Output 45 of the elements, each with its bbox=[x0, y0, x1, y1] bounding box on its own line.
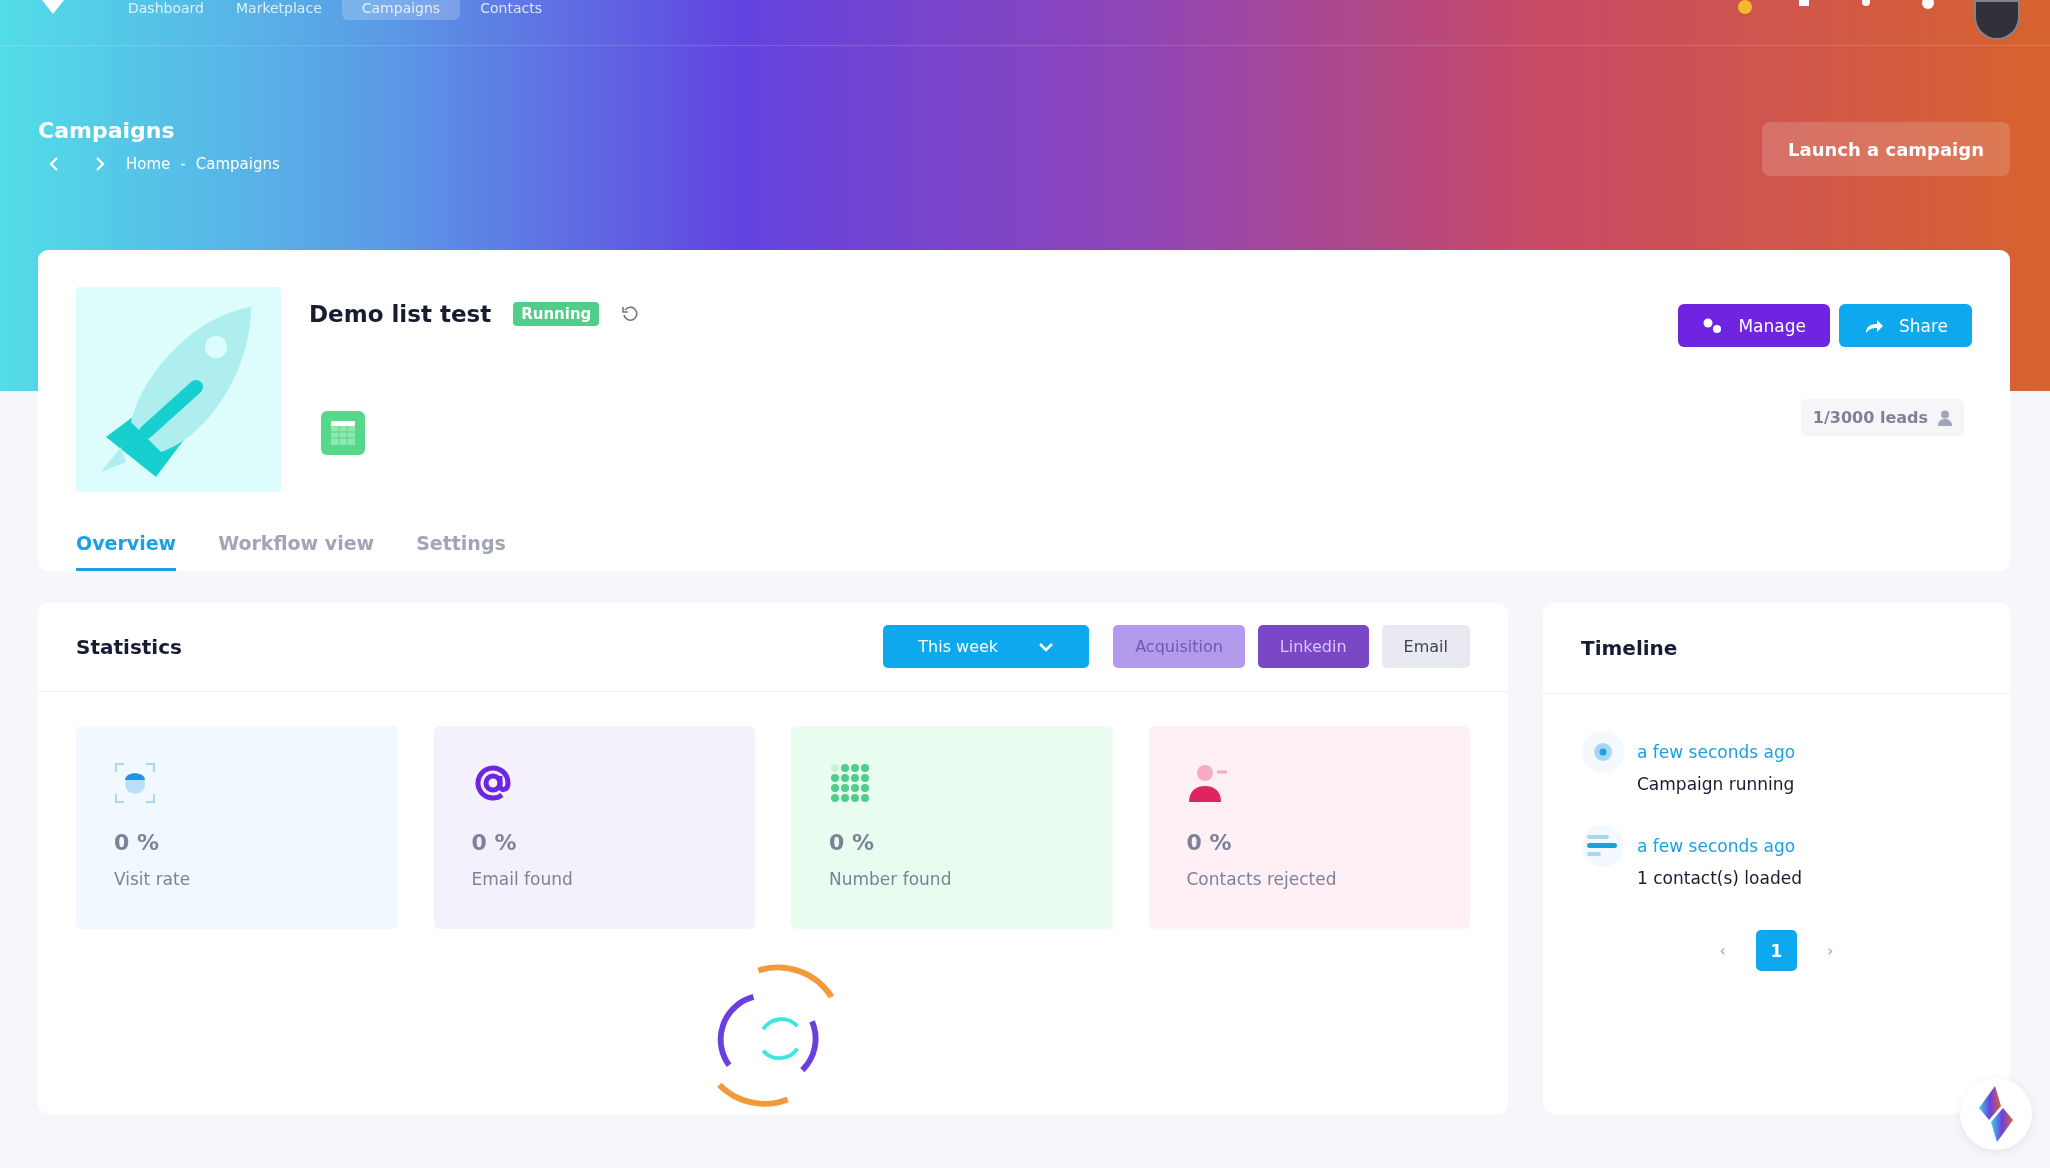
page-title: Campaigns bbox=[38, 118, 176, 143]
event-text: Campaign running bbox=[1637, 774, 1796, 794]
nav-tab[interactable]: Marketplace bbox=[223, 0, 334, 20]
stat-label: Email found bbox=[471, 868, 574, 889]
stat-value: 0 % bbox=[1186, 829, 1233, 855]
tab[interactable]: Overview bbox=[76, 532, 177, 571]
coin-icon bbox=[1738, 0, 1752, 14]
leads-counter: 1/3000 leads bbox=[1800, 399, 1964, 436]
share-button[interactable]: Share bbox=[1838, 304, 1972, 347]
tab[interactable]: Workflow view bbox=[218, 532, 375, 571]
avatar[interactable] bbox=[1974, 0, 2020, 40]
user-icon bbox=[1938, 409, 1952, 426]
section-title: Statistics bbox=[76, 634, 183, 659]
section-title: Timeline bbox=[1581, 636, 1678, 660]
stat-value: 0 % bbox=[114, 829, 160, 855]
breadcrumb-link[interactable]: Campaigns bbox=[195, 155, 280, 173]
manage-button[interactable]: Manage bbox=[1678, 304, 1830, 347]
stat-value: 0 % bbox=[829, 829, 875, 855]
text-lines-icon bbox=[1581, 824, 1625, 868]
stat-value: 0 % bbox=[471, 829, 518, 855]
launch-campaign-button[interactable]: Launch a campaign bbox=[1762, 122, 2010, 176]
nav-tab[interactable]: Contacts bbox=[468, 0, 554, 20]
nav-tab[interactable]: Campaigns bbox=[341, 0, 461, 20]
chevron-down-icon bbox=[1038, 641, 1055, 652]
event-time: a few seconds ago bbox=[1637, 742, 1796, 762]
event-time: a few seconds ago bbox=[1637, 836, 1797, 856]
breadcrumb-link[interactable]: Home bbox=[126, 155, 171, 173]
dial-pad-icon bbox=[829, 761, 871, 804]
tab[interactable]: Settings bbox=[416, 532, 506, 571]
refresh-icon[interactable] bbox=[621, 305, 640, 323]
nav-tab[interactable]: Dashboard bbox=[116, 0, 216, 20]
status-badge: Running bbox=[513, 302, 600, 326]
event-text: 1 contact(s) loaded bbox=[1637, 868, 1802, 888]
stat-label: Visit rate bbox=[114, 868, 192, 889]
page-button[interactable]: 1 bbox=[1756, 930, 1797, 971]
breadcrumb-separator: - bbox=[180, 155, 186, 173]
filter-button[interactable]: Email bbox=[1381, 625, 1470, 669]
next-page-link[interactable]: › bbox=[1827, 941, 1834, 960]
stat-label: Number found bbox=[829, 868, 953, 889]
previous-page-link[interactable]: ‹ bbox=[1719, 941, 1726, 960]
filter-button[interactable]: Linkedin bbox=[1257, 625, 1369, 669]
period-dropdown[interactable]: This week bbox=[883, 625, 1090, 669]
campaign-title: Demo list test bbox=[309, 301, 492, 327]
stat-label: Contacts rejected bbox=[1186, 868, 1338, 889]
face-scan-icon bbox=[114, 761, 156, 804]
